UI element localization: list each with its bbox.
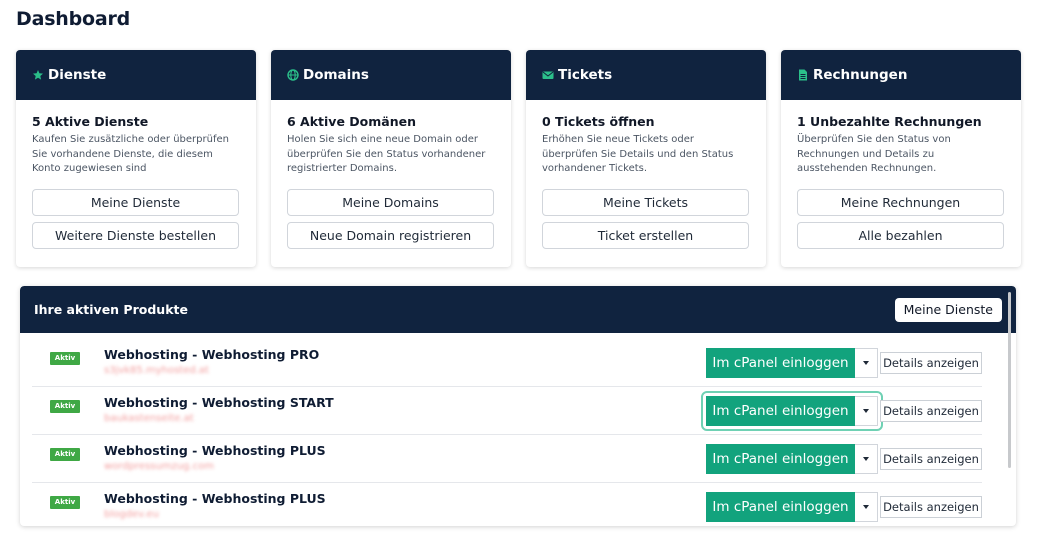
product-domain[interactable]: blogdev.eu [104,509,159,520]
products-header: Ihre aktiven Produkte Meine Dienste [20,286,1016,333]
active-products-panel: Ihre aktiven Produkte Meine Dienste Akti… [20,286,1016,526]
my-services-header-button[interactable]: Meine Dienste [894,297,1002,322]
caret-down-icon [863,457,869,461]
cpanel-login-button[interactable]: Im cPanel einloggen [706,348,855,378]
star-cube-icon [32,69,44,81]
envelope-icon [542,69,554,81]
create-ticket-button[interactable]: Ticket erstellen [542,222,749,249]
scrollbar[interactable] [1008,292,1011,468]
card-description: Erhöhen Sie neue Tickets oder überprüfen… [542,134,734,174]
card-title: 0 Tickets öffnen [542,114,655,129]
cpanel-login-group: Im cPanel einloggen [706,348,878,378]
card-header: Dienste [16,50,256,100]
cpanel-login-button[interactable]: Im cPanel einloggen [706,492,855,522]
cpanel-dropdown-toggle[interactable] [855,348,878,378]
pay-all-button[interactable]: Alle bezahlen [797,222,1004,249]
card-title: 5 Aktive Dienste [32,114,149,129]
table-row: Aktiv Webhosting - Webhosting PRO s3jvk8… [32,339,982,387]
cpanel-dropdown-toggle[interactable] [855,444,878,474]
cpanel-login-group: Im cPanel einloggen [706,444,878,474]
status-badge: Aktiv [50,448,80,461]
status-badge: Aktiv [50,352,80,365]
card-description: Holen Sie sich eine neue Domain oder übe… [287,134,486,174]
cpanel-login-group: Im cPanel einloggen [706,492,878,522]
card-header: Domains [271,50,511,100]
card-header-label: Dienste [48,67,107,83]
cpanel-dropdown-toggle[interactable] [855,396,878,426]
status-badge: Aktiv [50,400,80,413]
table-row: Aktiv Webhosting - Webhosting START bauk… [32,387,982,435]
cpanel-login-button[interactable]: Im cPanel einloggen [706,396,855,426]
card-title: 6 Aktive Domänen [287,114,416,129]
my-tickets-button[interactable]: Meine Tickets [542,189,749,216]
caret-down-icon [863,505,869,509]
card-header: Rechnungen [781,50,1021,100]
card-description: Kaufen Sie zusätzliche oder überprüfen S… [32,134,229,174]
cpanel-login-button[interactable]: Im cPanel einloggen [706,444,855,474]
card-header-label: Rechnungen [813,67,908,83]
card-description: Überprüfen Sie den Status von Rechnungen… [797,134,951,174]
product-name[interactable]: Webhosting - Webhosting PRO [104,347,319,362]
details-button[interactable]: Details anzeigen [880,352,982,374]
product-name[interactable]: Webhosting - Webhosting PLUS [104,443,326,458]
cpanel-dropdown-toggle[interactable] [855,492,878,522]
product-name[interactable]: Webhosting - Webhosting START [104,395,334,410]
table-row: Aktiv Webhosting - Webhosting PLUS blogd… [32,483,982,526]
my-services-button[interactable]: Meine Dienste [32,189,239,216]
cpanel-login-group: Im cPanel einloggen [701,391,883,431]
status-badge: Aktiv [50,496,80,509]
caret-down-icon [863,361,869,365]
card-header: Tickets [526,50,766,100]
page-title: Dashboard [16,8,131,30]
products-title: Ihre aktiven Produkte [34,302,188,317]
globe-icon [287,69,299,81]
my-invoices-button[interactable]: Meine Rechnungen [797,189,1004,216]
my-domains-button[interactable]: Meine Domains [287,189,494,216]
caret-down-icon [863,409,869,413]
card-invoices: Rechnungen 1 Unbezahlte Rechnungen Überp… [781,50,1021,267]
product-domain[interactable]: baukastenseite.at [104,413,194,424]
details-button[interactable]: Details anzeigen [880,448,982,470]
product-domain[interactable]: s3jvk85.myhosted.at [104,365,209,376]
card-dienste: Dienste 5 Aktive Dienste Kaufen Sie zusä… [16,50,256,267]
product-domain[interactable]: wordpressumzug.com [104,461,214,472]
details-button[interactable]: Details anzeigen [880,400,982,422]
order-services-button[interactable]: Weitere Dienste bestellen [32,222,239,249]
card-header-label: Domains [303,67,369,83]
register-domain-button[interactable]: Neue Domain registrieren [287,222,494,249]
document-icon [797,69,809,81]
details-button[interactable]: Details anzeigen [880,496,982,518]
card-title: 1 Unbezahlte Rechnungen [797,114,982,129]
card-header-label: Tickets [558,67,613,83]
table-row: Aktiv Webhosting - Webhosting PLUS wordp… [32,435,982,483]
card-tickets: Tickets 0 Tickets öffnen Erhöhen Sie neu… [526,50,766,267]
card-domains: Domains 6 Aktive Domänen Holen Sie sich … [271,50,511,267]
product-name[interactable]: Webhosting - Webhosting PLUS [104,491,326,506]
